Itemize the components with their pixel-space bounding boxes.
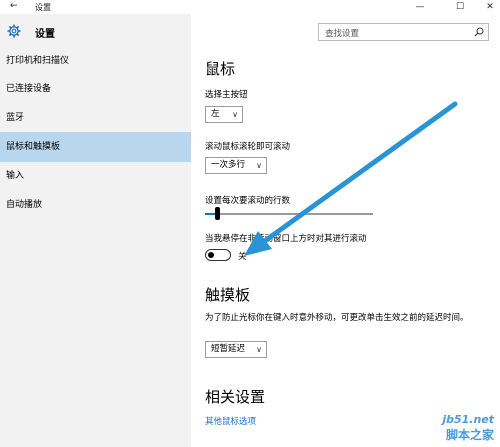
watermark-site: jb51.net <box>442 413 494 426</box>
watermark: jb51.net 脚本之家 <box>442 413 494 443</box>
watermark-brand: 脚本之家 <box>445 428 494 442</box>
annotation-arrow <box>244 101 458 256</box>
